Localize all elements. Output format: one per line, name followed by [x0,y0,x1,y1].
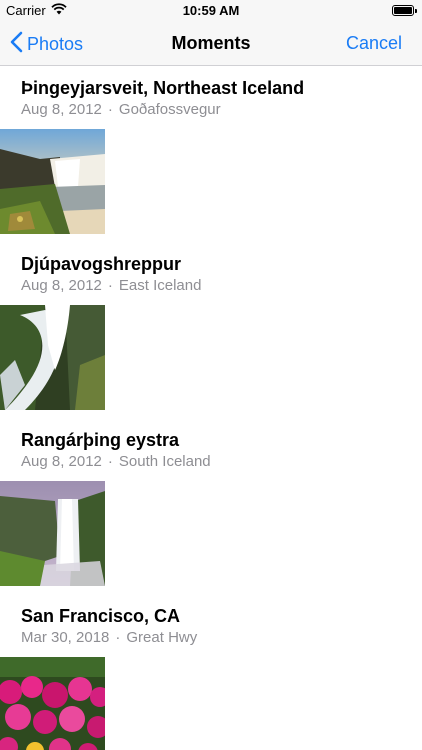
moment-section: San Francisco, CA Mar 30, 2018 · Great Hwy [0,594,422,750]
battery-icon [392,5,417,16]
separator: · [115,629,121,646]
moment-place: Great Hwy [126,629,198,646]
moment-section: Rangárþing eystra Aug 8, 2012 · South Icel… [0,418,422,594]
separator: · [107,101,113,118]
moment-header: Þingeyjarsveit, Northeast Iceland Aug 8,… [0,66,422,119]
moment-place: East Iceland [118,277,202,294]
moment-place: South Iceland [118,453,211,470]
moments-list: Þingeyjarsveit, Northeast Iceland Aug 8,… [0,66,422,750]
moment-header: Rangárþing eystra Aug 8, 2012 · South Icel… [0,418,422,471]
navigation-bar: Photos Moments Cancel [0,22,422,66]
cancel-button[interactable]: Cancel [346,33,402,54]
moment-subtitle: Aug 8, 2012 · South Iceland [21,453,422,471]
moment-subtitle: Aug 8, 2012 · East Iceland [21,277,422,295]
photo-thumbnail[interactable] [0,129,105,234]
moment-date: Aug 8, 2012 [21,277,102,294]
flowers-photo [0,657,105,750]
moment-section: Þingeyjarsveit, Northeast Iceland Aug 8,… [0,66,422,242]
moment-title: San Francisco, CA [21,606,181,626]
moment-place: Goðafossvegur [118,101,221,118]
moments-screen: Carrier 10:59 AM Photos Moments Cancel Þ… [0,0,422,750]
tall-waterfall-photo [0,481,105,586]
moment-date: Aug 8, 2012 [21,453,102,470]
separator: · [107,277,113,294]
waterfall-closeup-photo [0,305,105,410]
status-bar: Carrier 10:59 AM [0,0,422,22]
waterfall-sunset-photo [0,129,105,234]
moment-header: San Francisco, CA Mar 30, 2018 · Great Hwy [0,594,422,647]
moment-subtitle: Mar 30, 2018 · Great Hwy [21,629,422,647]
moment-section: Djúpavogshreppur Aug 8, 2012 · East Icelan… [0,242,422,418]
photo-thumbnail[interactable] [0,657,105,750]
photo-thumbnail[interactable] [0,305,105,410]
moment-subtitle: Aug 8, 2012 · Goðafossvegur [21,101,422,119]
separator: · [107,453,113,470]
moment-header: Djúpavogshreppur Aug 8, 2012 · East Icelan… [0,242,422,295]
photo-thumbnail[interactable] [0,481,105,586]
status-time: 10:59 AM [182,3,240,18]
moment-title: Djúpavogshreppur [21,254,182,274]
moment-date: Mar 30, 2018 [21,629,110,646]
moment-date: Aug 8, 2012 [21,101,102,118]
moment-title: Þingeyjarsveit, Northeast Iceland [21,78,305,98]
moment-title: Rangárþing eystra [21,430,180,450]
